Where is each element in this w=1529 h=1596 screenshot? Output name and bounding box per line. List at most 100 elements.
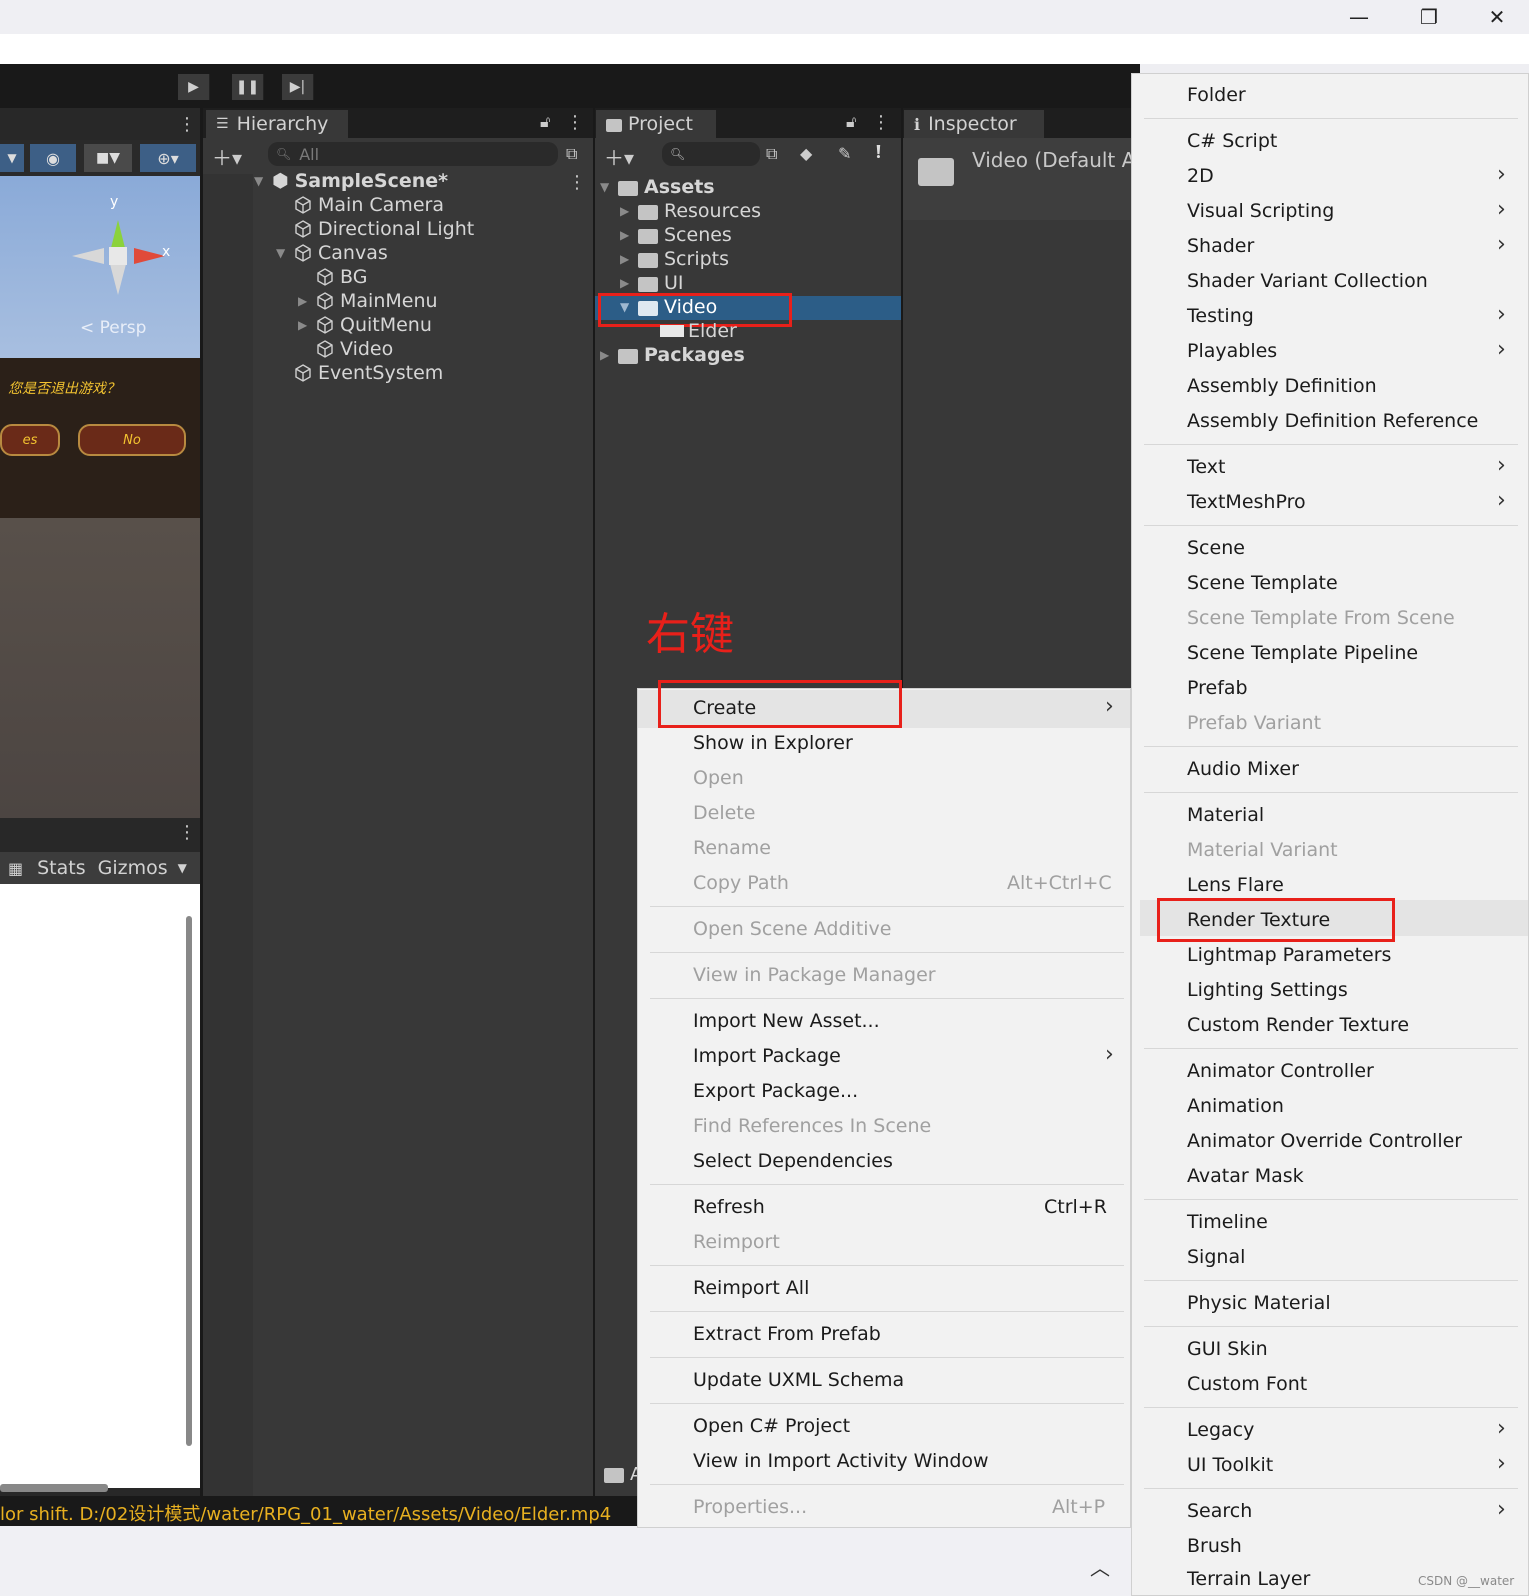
grid-icon[interactable]: ▦	[8, 859, 23, 878]
create-item-prefab[interactable]: Prefab	[1187, 677, 1248, 699]
menu-item-select-dependencies[interactable]: Select Dependencies	[693, 1150, 893, 1172]
tab-hierarchy[interactable]: ☰ Hierarchy	[206, 110, 348, 138]
project-folder-scripts[interactable]: ▶ Scripts	[620, 248, 729, 270]
create-item-search[interactable]: Search	[1187, 1500, 1252, 1522]
project-assets[interactable]: ▼ Assets	[600, 176, 715, 198]
menu-item-open[interactable]: Open	[693, 767, 744, 789]
project-more-icon[interactable]: ⋮	[872, 112, 890, 133]
create-item-avatar-mask[interactable]: Avatar Mask	[1187, 1165, 1304, 1187]
hierarchy-item-eventsystem[interactable]: EventSystem	[294, 362, 443, 384]
pause-button[interactable]: ❚❚	[232, 74, 264, 100]
create-item-lens-flare[interactable]: Lens Flare	[1187, 874, 1284, 896]
create-item-gui-skin[interactable]: GUI Skin	[1187, 1338, 1268, 1360]
create-item-physic-material[interactable]: Physic Material	[1187, 1292, 1331, 1314]
create-item-playables[interactable]: Playables	[1187, 340, 1277, 362]
create-item-csharp-script[interactable]: C# Script	[1187, 130, 1277, 152]
camera-icon[interactable]: ■▼	[84, 144, 132, 172]
create-item-legacy[interactable]: Legacy	[1187, 1419, 1254, 1441]
restore-button[interactable]: ❐	[1394, 0, 1464, 34]
step-button[interactable]: ▶|	[282, 74, 314, 100]
hierarchy-item-quitmenu[interactable]: ▶ QuitMenu	[298, 314, 432, 336]
hierarchy-search-input[interactable]: 🔍︎ All	[268, 142, 558, 166]
hierarchy-scene-icon[interactable]: ⧉	[566, 144, 577, 164]
menu-item-import-new-asset[interactable]: Import New Asset...	[693, 1010, 880, 1032]
menu-item-copy-path[interactable]: Copy Path	[693, 872, 789, 894]
create-item-material-variant[interactable]: Material Variant	[1187, 839, 1338, 861]
create-item-shader-variant-collection[interactable]: Shader Variant Collection	[1187, 270, 1428, 292]
create-item-ui-toolkit[interactable]: UI Toolkit	[1187, 1454, 1273, 1476]
project-folder-scenes[interactable]: ▶ Scenes	[620, 224, 732, 246]
hierarchy-item-directional-light[interactable]: Directional Light	[294, 218, 474, 240]
filter-type-icon[interactable]: ◆	[800, 144, 812, 163]
create-item-lightmap-parameters[interactable]: Lightmap Parameters	[1187, 944, 1391, 966]
close-button[interactable]: ✕	[1462, 0, 1529, 34]
create-item-custom-render-texture[interactable]: Custom Render Texture	[1187, 1014, 1409, 1036]
menu-item-reimport[interactable]: Reimport	[693, 1231, 780, 1253]
create-item-signal[interactable]: Signal	[1187, 1246, 1245, 1268]
create-item-terrain-layer[interactable]: Terrain Layer	[1187, 1568, 1310, 1590]
create-item-animator-override-controller[interactable]: Animator Override Controller	[1187, 1130, 1462, 1152]
project-asset-elder[interactable]: Elder	[660, 320, 737, 342]
warning-icon[interactable]: ❗︎	[876, 142, 881, 163]
play-button[interactable]: ▶	[178, 74, 210, 100]
create-item-shader[interactable]: Shader	[1187, 235, 1254, 257]
create-item-assembly-definition-reference[interactable]: Assembly Definition Reference	[1187, 410, 1478, 432]
hierarchy-item-canvas[interactable]: ▼ Canvas	[276, 242, 388, 264]
create-item-animator-controller[interactable]: Animator Controller	[1187, 1060, 1374, 1082]
create-item-visual-scripting[interactable]: Visual Scripting	[1187, 200, 1334, 222]
scene-more-icon-2[interactable]: ⋮	[568, 172, 586, 193]
menu-item-open-csharp-project[interactable]: Open C# Project	[693, 1415, 850, 1437]
gizmos-button[interactable]: Gizmos	[98, 857, 168, 879]
create-item-text[interactable]: Text	[1187, 456, 1225, 478]
game-vertical-scrollbar[interactable]	[186, 916, 192, 1446]
menu-item-view-in-package-manager[interactable]: View in Package Manager	[693, 964, 936, 986]
hierarchy-item-bg[interactable]: BG	[316, 266, 367, 288]
create-item-lighting-settings[interactable]: Lighting Settings	[1187, 979, 1348, 1001]
gizmos-dropdown-icon[interactable]: ▼	[178, 861, 187, 875]
project-scene-icon[interactable]: ⧉	[766, 144, 777, 164]
game-more-icon[interactable]: ⋮	[178, 822, 196, 843]
gizmo-icon[interactable]: ⊕▾	[140, 144, 196, 172]
create-item-assembly-definition[interactable]: Assembly Definition	[1187, 375, 1377, 397]
create-item-scene-template-pipeline[interactable]: Scene Template Pipeline	[1187, 642, 1418, 664]
create-item-prefab-variant[interactable]: Prefab Variant	[1187, 712, 1321, 734]
create-item-testing[interactable]: Testing	[1187, 305, 1254, 327]
visibility-icon[interactable]: ◉	[30, 144, 76, 172]
menu-item-rename[interactable]: Rename	[693, 837, 771, 859]
chevron-up-icon[interactable]: ︿	[1090, 1552, 1110, 1581]
create-item-material[interactable]: Material	[1187, 804, 1264, 826]
tab-project[interactable]: Project	[596, 110, 716, 138]
scene-more-icon[interactable]: ⋮	[178, 114, 196, 135]
hierarchy-item-main-camera[interactable]: Main Camera	[294, 194, 444, 216]
menu-item-update-uxml-schema[interactable]: Update UXML Schema	[693, 1369, 904, 1391]
create-item-animation[interactable]: Animation	[1187, 1095, 1284, 1117]
menu-item-open-scene-additive[interactable]: Open Scene Additive	[693, 918, 891, 940]
create-item-2d[interactable]: 2D	[1187, 165, 1214, 187]
create-item-folder[interactable]: Folder	[1187, 84, 1246, 106]
hierarchy-add-button[interactable]: ＋▾	[212, 142, 242, 171]
menu-item-find-references[interactable]: Find References In Scene	[693, 1115, 931, 1137]
create-item-audio-mixer[interactable]: Audio Mixer	[1187, 758, 1299, 780]
create-item-custom-font[interactable]: Custom Font	[1187, 1373, 1307, 1395]
create-item-scene-template[interactable]: Scene Template	[1187, 572, 1338, 594]
project-folder-resources[interactable]: ▶ Resources	[620, 200, 761, 222]
menu-item-refresh[interactable]: Refresh	[693, 1196, 765, 1218]
create-item-textmeshpro[interactable]: TextMeshPro	[1187, 491, 1306, 513]
create-item-timeline[interactable]: Timeline	[1187, 1211, 1268, 1233]
menu-item-view-import-activity[interactable]: View in Import Activity Window	[693, 1450, 989, 1472]
menu-item-extract-from-prefab[interactable]: Extract From Prefab	[693, 1323, 881, 1345]
game-horizontal-scrollbar[interactable]	[0, 1484, 108, 1492]
filter-label-icon[interactable]: ✎	[838, 144, 851, 163]
project-lock-icon[interactable]: 🔓︎	[846, 112, 856, 132]
stats-button[interactable]: Stats	[37, 857, 86, 879]
menu-item-export-package[interactable]: Export Package...	[693, 1080, 858, 1102]
project-packages[interactable]: ▶ Packages	[600, 344, 745, 366]
menu-item-create[interactable]: Create	[693, 697, 756, 719]
hierarchy-item-video[interactable]: Video	[316, 338, 393, 360]
menu-item-delete[interactable]: Delete	[693, 802, 755, 824]
create-item-brush[interactable]: Brush	[1187, 1535, 1242, 1557]
menu-item-properties[interactable]: Properties...	[693, 1496, 807, 1518]
hierarchy-more-icon[interactable]: ⋮	[566, 112, 584, 133]
create-item-scene[interactable]: Scene	[1187, 537, 1245, 559]
menu-item-show-in-explorer[interactable]: Show in Explorer	[693, 732, 853, 754]
